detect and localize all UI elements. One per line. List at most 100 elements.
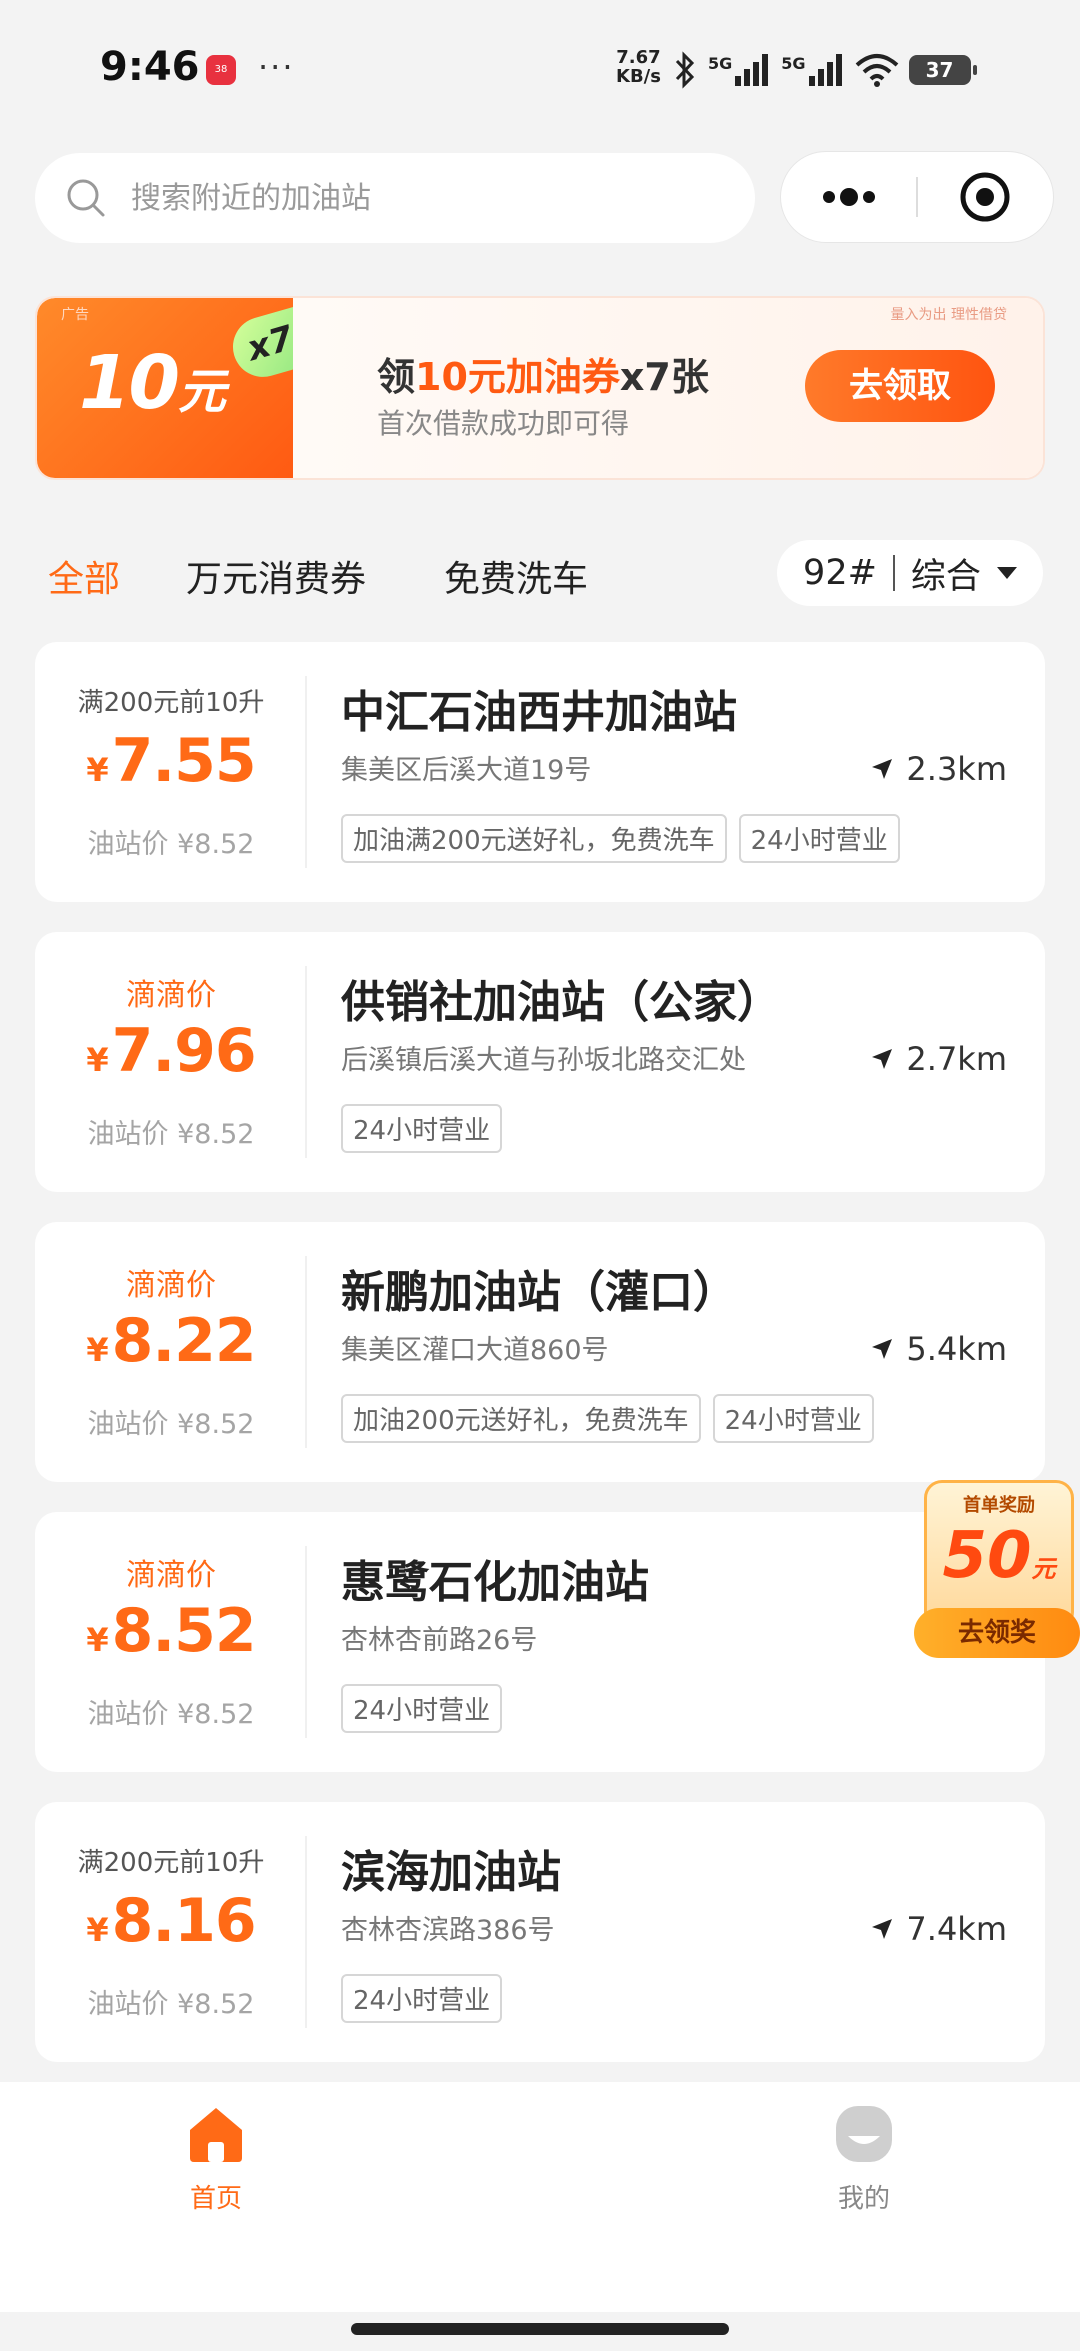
price-promo-label: 滴滴价 — [126, 1558, 216, 1593]
station-distance: 5.4km — [870, 1330, 1007, 1368]
station-tag: 24小时营业 — [341, 1974, 503, 2023]
fuel-type-label: 92# — [803, 553, 877, 593]
station-card[interactable]: 满200元前10升 ¥8.16 油站价 ¥8.52 滨海加油站 杏林杏滨路386… — [35, 1802, 1045, 2062]
station-card[interactable]: 滴滴价 ¥7.96 油站价 ¥8.52 供销社加油站（公家） 后溪镇后溪大道与孙… — [35, 932, 1045, 1192]
more-options-button[interactable] — [781, 151, 916, 243]
station-address: 集美区灌口大道860号 — [341, 1335, 609, 1366]
distance-value: 2.3km — [906, 750, 1007, 788]
battery-indicator: 37 — [908, 55, 977, 85]
discount-price-value: 8.16 — [111, 1886, 257, 1956]
sort-label: 综合 — [910, 556, 981, 597]
banner-text-block: 量入为出 理性借贷 领10元加油券x7张 首次借款成功即可得 去领取 — [293, 298, 1043, 478]
bluetooth-icon — [675, 51, 695, 89]
discount-price-value: 8.52 — [111, 1596, 257, 1666]
signal-5g-label: 5G — [708, 54, 733, 73]
card-divider — [305, 1256, 307, 1448]
network-speed-unit: KB/s — [616, 66, 661, 87]
currency-symbol: ¥ — [86, 751, 108, 789]
station-tag: 24小时营业 — [341, 1104, 503, 1153]
currency-symbol: ¥ — [86, 1621, 108, 1659]
distance-value: 7.4km — [906, 1910, 1007, 1948]
home-icon — [190, 2108, 242, 2162]
filter-bar: 全部 万元消费券 免费洗车 92# 综合 — [0, 540, 1080, 610]
price-block: 滴滴价 ¥7.96 油站价 ¥8.52 — [35, 932, 307, 1192]
tab-free-car-wash[interactable]: 免费洗车 — [444, 550, 588, 602]
discount-price-value: 8.22 — [111, 1306, 257, 1376]
station-address: 杏林杏前路26号 — [341, 1625, 538, 1656]
price-promo-label: 滴滴价 — [126, 978, 216, 1013]
station-name: 新鹏加油站（灌口） — [341, 1267, 737, 1318]
reward-amount-unit: 元 — [1031, 1555, 1056, 1583]
tab-consumption-voucher[interactable]: 万元消费券 — [186, 550, 366, 602]
currency-symbol: ¥ — [86, 1331, 108, 1369]
station-address: 集美区后溪大道19号 — [341, 755, 592, 786]
home-indicator[interactable] — [351, 2323, 729, 2335]
claim-coupon-button[interactable]: 去领取 — [805, 350, 995, 422]
tab-mine[interactable]: 我的 — [764, 2102, 964, 2215]
discount-price: ¥8.52 — [35, 1596, 307, 1666]
network-speed-value: 7.67 — [616, 47, 661, 68]
station-address: 后溪镇后溪大道与孙坂北路交汇处 — [341, 1045, 746, 1076]
card-divider — [305, 1546, 307, 1738]
miniprogram-capsule — [780, 151, 1054, 243]
station-tags: 24小时营业 — [341, 1104, 503, 1153]
first-order-reward-float[interactable]: 首单奖励 50元 去领奖 — [910, 1472, 1080, 1668]
distance-value: 5.4km — [906, 1330, 1007, 1368]
tab-home[interactable]: 首页 — [116, 2102, 316, 2215]
station-list-price: 油站价 ¥8.52 — [87, 1409, 255, 1440]
price-promo-label: 满200元前10升 — [77, 688, 265, 718]
more-dots-icon — [822, 188, 875, 206]
station-distance: 2.7km — [870, 1040, 1007, 1078]
station-card[interactable]: 满200元前10升 ¥7.55 油站价 ¥8.52 中汇石油西井加油站 集美区后… — [35, 642, 1045, 902]
search-icon — [67, 179, 105, 217]
card-divider — [305, 676, 307, 868]
station-distance: 7.4km — [870, 1910, 1007, 1948]
tab-all[interactable]: 全部 — [48, 550, 120, 602]
station-tag: 加油200元送好礼，免费洗车 — [341, 1394, 701, 1443]
discount-price: ¥8.22 — [35, 1306, 307, 1376]
status-bar: 9:46 38 ··· 7.67 KB/s 5G 5G 37 — [0, 0, 1080, 145]
price-block: 满200元前10升 ¥8.16 油站价 ¥8.52 — [35, 1802, 307, 2062]
distance-value: 2.7km — [906, 1040, 1007, 1078]
station-name: 供销社加油站（公家） — [341, 977, 781, 1028]
claim-reward-button[interactable]: 去领奖 — [914, 1608, 1080, 1658]
signal-5g-label-2: 5G — [781, 54, 806, 73]
banner-subtitle: 首次借款成功即可得 — [377, 407, 630, 440]
price-block: 满200元前10升 ¥7.55 油站价 ¥8.52 — [35, 642, 307, 902]
station-tags: 24小时营业 — [341, 1684, 503, 1733]
signal-bars-icon — [735, 54, 769, 86]
station-card[interactable]: 滴滴价 ¥8.22 油站价 ¥8.52 新鹏加油站（灌口） 集美区灌口大道860… — [35, 1222, 1045, 1482]
bottom-tab-bar: 首页 我的 — [0, 2082, 1080, 2312]
wifi-icon — [855, 54, 898, 87]
card-divider — [305, 1836, 307, 2028]
search-bar[interactable] — [35, 153, 755, 243]
notification-app-icon: 38 — [206, 55, 236, 85]
discount-price-value: 7.96 — [111, 1016, 257, 1086]
status-more-dots: ··· — [258, 48, 295, 86]
status-time: 9:46 — [100, 44, 200, 90]
target-close-icon — [960, 172, 1010, 222]
banner-title-prefix: 领 — [377, 355, 416, 399]
coupon-amount: 10元 — [79, 340, 226, 426]
fuel-sort-divider — [892, 555, 895, 591]
currency-symbol: ¥ — [86, 1041, 108, 1079]
coupon-ad-banner[interactable]: 广告 10元 x7张 量入为出 理性借贷 领10元加油券x7张 首次借款成功即可… — [35, 296, 1045, 480]
close-miniprogram-button[interactable] — [918, 151, 1053, 243]
station-tag: 加油满200元送好礼，免费洗车 — [341, 814, 727, 863]
reward-amount: 50元 — [927, 1519, 1071, 1593]
coupon-amount-number: 10 — [79, 340, 180, 426]
station-tag: 24小时营业 — [341, 1684, 503, 1733]
reward-amount-number: 50 — [942, 1519, 1032, 1593]
discount-price: ¥7.96 — [35, 1016, 307, 1086]
currency-symbol: ¥ — [86, 1911, 108, 1949]
tab-home-label: 首页 — [189, 2184, 242, 2214]
station-name: 中汇石油西井加油站 — [341, 687, 737, 738]
fuel-sort-selector[interactable]: 92# 综合 — [777, 540, 1043, 606]
navigation-arrow-icon — [872, 759, 893, 779]
search-input[interactable] — [129, 179, 693, 217]
station-card[interactable]: 滴滴价 ¥8.52 油站价 ¥8.52 惠鹭石化加油站 杏林杏前路26号 24小… — [35, 1512, 1045, 1772]
profile-face-icon — [836, 2106, 892, 2162]
price-block: 滴滴价 ¥8.22 油站价 ¥8.52 — [35, 1222, 307, 1482]
station-distance: 2.3km — [870, 750, 1007, 788]
navigation-arrow-icon — [872, 1919, 893, 1939]
